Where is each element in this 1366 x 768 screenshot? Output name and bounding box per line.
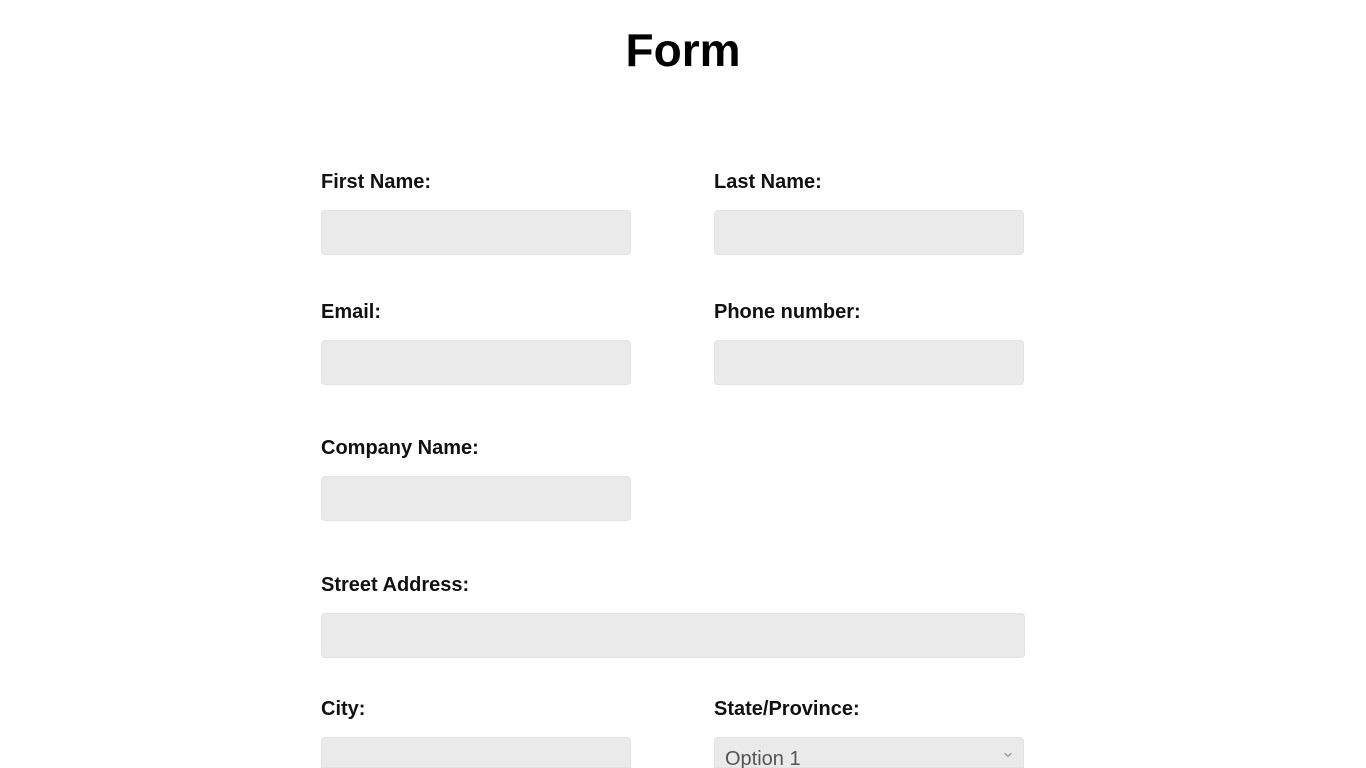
company-name-label: Company Name:	[321, 437, 479, 459]
email-input[interactable]	[321, 340, 631, 385]
phone-number-label: Phone number:	[714, 301, 861, 323]
page-title: Form	[625, 24, 741, 76]
state-province-selected-value: Option 1	[725, 748, 801, 768]
city-input[interactable]	[321, 737, 631, 768]
street-address-input[interactable]	[321, 613, 1025, 658]
phone-number-input[interactable]	[714, 340, 1024, 385]
state-province-select[interactable]: Option 1	[714, 737, 1024, 768]
city-label: City:	[321, 698, 366, 720]
form-page: Form First Name: Last Name: Email: Phone…	[0, 0, 1366, 768]
first-name-input[interactable]	[321, 210, 631, 255]
street-address-label: Street Address:	[321, 574, 470, 596]
email-label: Email:	[321, 301, 382, 323]
last-name-label: Last Name:	[714, 171, 822, 193]
last-name-input[interactable]	[714, 210, 1024, 255]
first-name-label: First Name:	[321, 171, 432, 193]
company-name-input[interactable]	[321, 476, 631, 521]
chevron-down-icon	[1004, 752, 1012, 758]
state-province-label: State/Province:	[714, 698, 860, 720]
